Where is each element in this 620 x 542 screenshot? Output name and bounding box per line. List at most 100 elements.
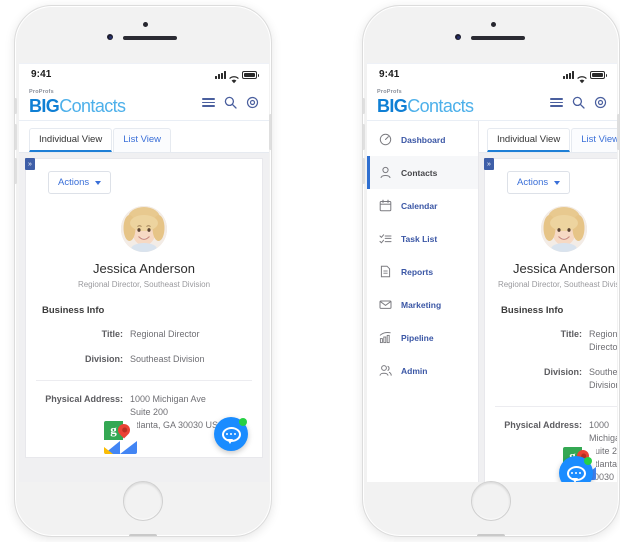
- volume-down-button[interactable]: [363, 158, 365, 184]
- contact-detail-panel: » Actions Jessica Anderson Regional Dire…: [484, 158, 617, 482]
- view-tabs: Individual View List View: [479, 121, 617, 153]
- status-icons: [215, 70, 259, 83]
- hamburger-menu-icon[interactable]: [202, 96, 215, 109]
- navigation-drawer: Dashboard Contacts Calendar Task List Re…: [367, 121, 479, 482]
- tab-individual-view[interactable]: Individual View: [487, 128, 571, 152]
- sidebar-item-label: Contacts: [401, 167, 438, 178]
- battery-icon: [242, 70, 259, 79]
- contact-name: Jessica Anderson: [93, 261, 195, 276]
- view-tabs: Individual View List View: [19, 121, 269, 153]
- sidebar-item-contacts[interactable]: Contacts: [367, 156, 478, 189]
- expand-sidebar-button[interactable]: »: [484, 158, 494, 170]
- app-header: ProProfs BIGContacts: [367, 85, 617, 121]
- sidebar-item-dashboard[interactable]: Dashboard: [367, 123, 478, 156]
- business-info-heading: Business Info: [42, 305, 105, 316]
- earpiece-speaker: [471, 36, 525, 40]
- bar-chart-icon: [379, 331, 392, 344]
- field-address-row: Physical Address: 1000 Michigan Ave Suit…: [485, 419, 617, 482]
- silent-switch[interactable]: [15, 98, 17, 114]
- expand-sidebar-button[interactable]: »: [25, 158, 35, 170]
- document-icon: [379, 265, 392, 278]
- sidebar-item-calendar[interactable]: Calendar: [367, 189, 478, 222]
- app-header: ProProfs BIGContacts: [19, 85, 269, 121]
- gear-icon[interactable]: [594, 96, 607, 109]
- map-blue-shape-2: [120, 441, 137, 455]
- sidebar-item-reports[interactable]: Reports: [367, 255, 478, 288]
- content-area: » Actions Jessica Anderson Regional Dire…: [19, 153, 269, 482]
- tab-list-view[interactable]: List View: [113, 128, 172, 152]
- screenshot-stage: 9:41 ProProfs BIGContacts Individual Vie…: [0, 0, 620, 542]
- field-title-row: Title: Regional Director: [485, 328, 617, 354]
- field-division-value: Southeast Division: [130, 354, 205, 365]
- chat-widget-button[interactable]: [559, 456, 593, 482]
- phone-device-right: 9:41 ProProfs BIGContacts Dashboard Cont…: [362, 5, 620, 537]
- contact-subtitle: Regional Director, Southeast Division: [77, 280, 211, 289]
- sidebar-item-label: Marketing: [401, 299, 442, 310]
- brand-contacts-text: Contacts: [407, 95, 474, 116]
- home-button[interactable]: [123, 481, 163, 521]
- checklist-icon: [379, 232, 392, 245]
- status-bar: 9:41: [367, 63, 617, 85]
- calendar-icon: [379, 199, 392, 212]
- sidebar-item-marketing[interactable]: Marketing: [367, 288, 478, 321]
- brand-logo[interactable]: ProProfs BIGContacts: [377, 90, 474, 116]
- sidebar-item-task-list[interactable]: Task List: [367, 222, 478, 255]
- people-icon: [379, 364, 392, 377]
- phone-screen-right: 9:41 ProProfs BIGContacts Dashboard Cont…: [367, 63, 617, 482]
- tab-list-view[interactable]: List View: [571, 128, 617, 152]
- proximity-sensor-icon: [491, 22, 496, 27]
- field-division-label: Division:: [84, 354, 123, 365]
- field-division-label: Division:: [543, 367, 582, 378]
- home-button[interactable]: [471, 481, 511, 521]
- power-button[interactable]: [269, 114, 271, 150]
- field-title-row: Title: Regional Director: [26, 328, 262, 341]
- actions-button-label: Actions: [517, 177, 549, 188]
- tab-individual-view[interactable]: Individual View: [29, 128, 113, 152]
- address-line-3: Atlanta, GA 30030 USA: [130, 420, 225, 431]
- field-division-row: Division: Southeast Division: [485, 366, 617, 392]
- actions-button[interactable]: Actions: [48, 171, 112, 194]
- status-bar: 9:41: [19, 63, 269, 85]
- bottom-connector: [129, 534, 157, 536]
- signal-icon: [563, 70, 574, 79]
- chevron-down-icon: [95, 180, 102, 185]
- sidebar-item-label: Reports: [401, 266, 434, 277]
- brand-big-text: BIG: [29, 95, 60, 116]
- volume-up-button[interactable]: [15, 124, 17, 150]
- sidebar-item-admin[interactable]: Admin: [367, 354, 478, 387]
- avatar: [541, 206, 587, 252]
- wifi-icon: [577, 71, 587, 83]
- google-maps-icon[interactable]: g: [104, 421, 137, 455]
- status-time: 9:41: [31, 69, 52, 80]
- sidebar-item-label: Calendar: [401, 200, 438, 211]
- sidebar-item-pipeline[interactable]: Pipeline: [367, 321, 478, 354]
- field-division-value: Southeast Division: [589, 367, 617, 391]
- earpiece-speaker: [123, 36, 177, 40]
- gear-icon[interactable]: [246, 96, 259, 109]
- chat-widget-button[interactable]: [214, 417, 248, 451]
- map-yellow-road: [104, 447, 113, 455]
- address-line-2: Suite 200: [130, 407, 169, 418]
- sidebar-item-label: Pipeline: [401, 332, 434, 343]
- status-icons: [563, 70, 607, 83]
- actions-button[interactable]: Actions: [507, 171, 571, 194]
- field-title-label: Title:: [560, 329, 582, 339]
- phone-screen-left: 9:41 ProProfs BIGContacts Individual Vie…: [19, 63, 269, 482]
- person-icon: [379, 166, 392, 179]
- brand-bigcontacts-label: BIGContacts: [29, 95, 126, 116]
- status-badge: [239, 418, 247, 426]
- search-icon[interactable]: [224, 96, 237, 109]
- brand-logo[interactable]: ProProfs BIGContacts: [29, 90, 126, 116]
- volume-up-button[interactable]: [363, 124, 365, 150]
- address-line-1: 1000 Michigan Ave: [589, 420, 617, 444]
- silent-switch[interactable]: [363, 98, 365, 114]
- brand-big-text: BIG: [377, 95, 408, 116]
- search-icon[interactable]: [572, 96, 585, 109]
- proximity-sensor-icon: [143, 22, 148, 27]
- volume-down-button[interactable]: [15, 158, 17, 184]
- actions-button-label: Actions: [58, 177, 90, 188]
- wifi-icon: [229, 71, 239, 83]
- brand-contacts-text: Contacts: [59, 95, 126, 116]
- hamburger-menu-icon[interactable]: [550, 96, 563, 109]
- field-title-label: Title:: [101, 329, 123, 339]
